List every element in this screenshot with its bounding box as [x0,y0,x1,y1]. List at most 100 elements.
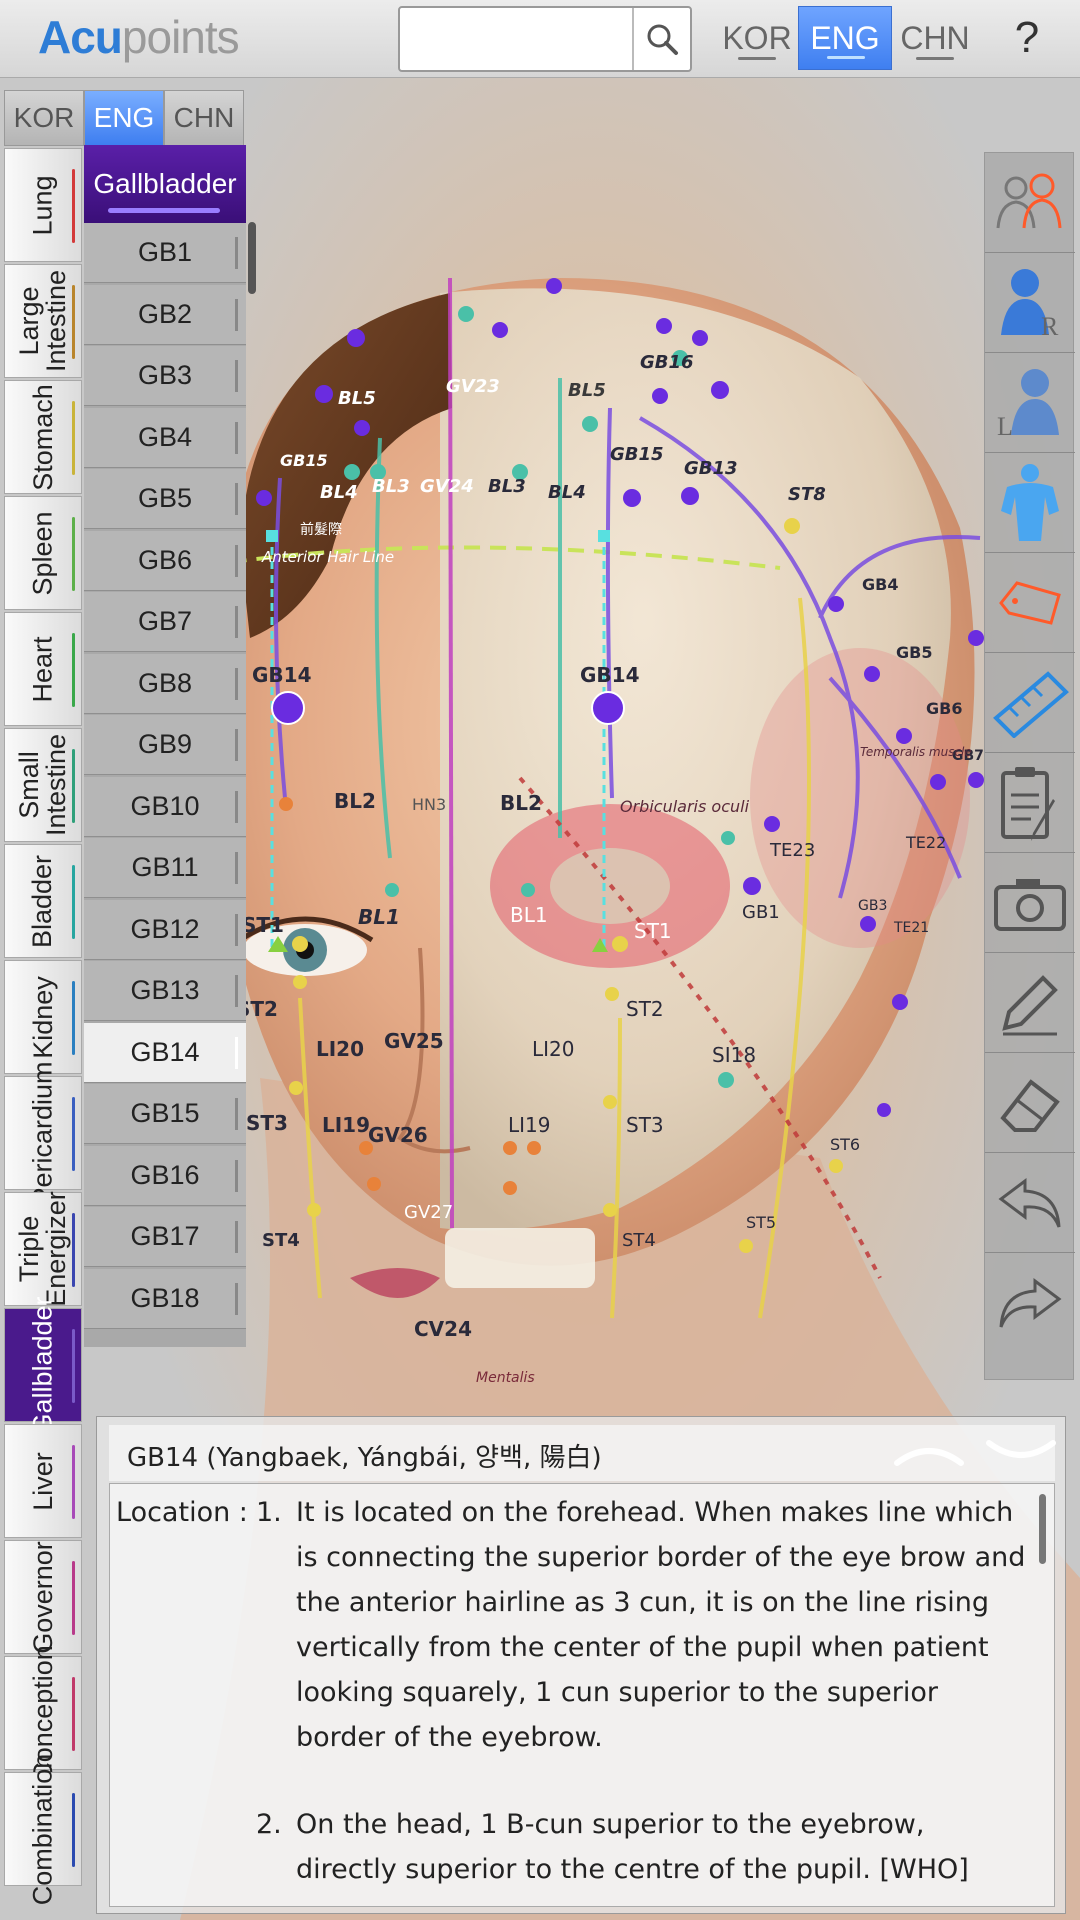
right-side-button[interactable]: R [985,253,1075,353]
meridian-tab-gallbladder[interactable]: Gallbladder [4,1296,82,1434]
meridian-color-stripe [72,1445,75,1519]
label-st4-left: ST4 [262,1230,300,1251]
point-list-item[interactable]: GB18 [84,1268,246,1329]
point-list-item[interactable]: GB4 [84,407,246,468]
label-gb6: GB6 [926,699,962,718]
expand-down-icon[interactable] [981,1435,1061,1471]
meridian-tab-kidney[interactable]: Kidney [4,960,82,1074]
point-list-item-label: GB6 [137,544,193,575]
meridian-tab-small-intestine[interactable]: Small Intestine [4,728,82,842]
meridian-color-stripe [72,865,75,939]
meridian-tab-bladder[interactable]: Bladder [4,844,82,958]
meridian-tab-label: Bladder [27,854,58,948]
label-st6: ST6 [830,1135,860,1154]
meridian-tab-label: Stomach [27,383,58,491]
meridian-tab-lung[interactable]: Lung [4,148,82,262]
label-gb14-right: GB14 [580,663,640,687]
meridian-tab-combination[interactable]: Combination [4,1753,82,1905]
info-scrollbar[interactable] [1039,1494,1046,1564]
label-bl3-left: BL3 [372,476,410,497]
point-info-body[interactable]: Location : 1. It is located on the foreh… [109,1483,1055,1907]
meridian-tab-stomach[interactable]: Stomach [4,380,82,494]
meridian-tab-pericardium[interactable]: Pericardium [4,1061,82,1205]
label-st5: ST5 [746,1213,776,1232]
point-list-item[interactable]: GB5 [84,469,246,529]
label-te22: TE22 [905,833,946,852]
point-list-item-label: GB13 [130,975,200,1005]
ruler-button[interactable] [985,653,1075,753]
label-st4-right: ST4 [622,1230,656,1251]
name-tag-button[interactable] [985,553,1075,653]
label-gb14-left: GB14 [252,663,312,687]
point-list-item[interactable]: GB8 [84,653,246,714]
notes-button[interactable] [985,753,1075,853]
point-list-item[interactable]: GB9 [84,715,246,775]
draw-button[interactable] [985,953,1075,1053]
location-item-number: 2. [256,1809,282,1840]
point-list-item[interactable]: GB16 [84,1145,246,1206]
lang-eng-button[interactable]: ENG [798,6,892,70]
camera-button[interactable] [985,853,1075,953]
collapse-up-icon[interactable] [889,1435,969,1471]
point-list-item[interactable]: GB11 [84,838,246,898]
app-logo: Acupoints [38,10,240,66]
meridian-lang-kor[interactable]: KOR [4,90,84,146]
label-hn3: HN3 [412,795,446,814]
point-list-item[interactable]: GB1 [84,223,246,283]
point-list-item[interactable]: GB17 [84,1207,246,1267]
point-list-item[interactable]: GB7 [84,592,246,652]
meridian-lang-chn-label: CHN [173,102,235,133]
meridian-tab-liver[interactable]: Liver [4,1424,82,1538]
left-side-button[interactable]: L [985,353,1075,453]
point-list-item[interactable]: GB14 [84,1022,246,1083]
meridian-lang-eng[interactable]: ENG [84,90,164,146]
erase-button[interactable] [985,1053,1075,1153]
gender-toggle-button[interactable] [985,153,1075,253]
help-button[interactable]: ? [1002,8,1052,68]
label-st1-right: ST1 [634,919,672,943]
meridian-tab-spleen[interactable]: Spleen [4,496,82,610]
label-st2-right: ST2 [626,997,664,1021]
search-button[interactable] [632,8,690,70]
point-list-item[interactable]: GB12 [84,899,246,960]
point-list-item[interactable]: GB6 [84,530,246,591]
point-list-item-label: GB7 [137,606,193,636]
meridian-lang-chn[interactable]: CHN [164,90,244,146]
lang-kor-button[interactable]: KOR [710,6,804,70]
point-list-item[interactable]: GB13 [84,961,246,1021]
point-list-item-label: GB15 [130,1098,200,1128]
right-side-icon: R [1001,268,1059,341]
lang-chn-button[interactable]: CHN [888,6,982,70]
label-bl3-right: BL3 [488,476,526,497]
point-list-item[interactable]: GB15 [84,1084,246,1144]
meridian-color-stripe [72,1677,75,1751]
undo-icon [998,1177,1061,1228]
muscle-view-button[interactable] [985,453,1075,553]
point-list[interactable]: Gallbladder GB1 GB2 GB3 GB4 GB5 GB6 GB7 GB8 GB9 G… [84,145,246,1347]
meridian-tab-large-intestine[interactable]: Large Intestine [4,264,82,378]
meridian-color-stripe [72,401,75,475]
point-list-item-label: GB1 [137,237,193,267]
point-list-scrollbar[interactable] [248,222,256,294]
meridian-tab-triple-energizer[interactable]: Triple Energizer [4,1191,82,1307]
search-input[interactable] [406,14,626,64]
meridian-tab-label: Gallbladder [27,1295,58,1435]
meridian-color-stripe [72,1793,75,1867]
gender-toggle-icon [996,173,1062,228]
point-list-item[interactable]: GB10 [84,776,246,837]
redo-icon [999,1278,1062,1328]
label-mentalis: Mentalis [476,1370,535,1386]
label-si18: SI18 [712,1043,756,1067]
point-list-item[interactable]: GB3 [84,346,246,406]
meridian-tab-heart[interactable]: Heart [4,612,82,726]
undo-button[interactable] [985,1153,1075,1253]
point-list-header: Gallbladder [84,145,246,223]
meridian-color-stripe [72,517,75,591]
meridian-color-stripe [72,1561,75,1635]
point-list-item[interactable]: GB2 [84,284,246,345]
meridian-color-stripe [72,1213,75,1287]
label-temporalis: Temporalis muscle [860,745,972,759]
meridian-tab-governor[interactable]: Governor [4,1540,82,1654]
meridian-tab-label: Kidney [27,975,58,1059]
redo-button[interactable] [985,1253,1075,1353]
